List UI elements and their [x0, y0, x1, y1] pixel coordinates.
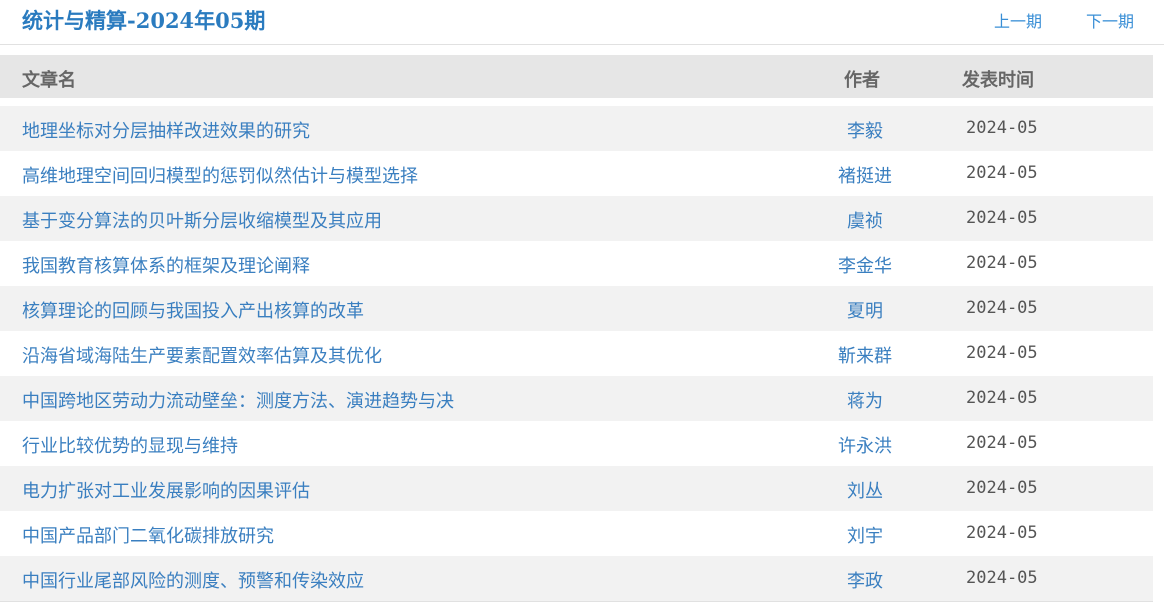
table-row: 沿海省域海陆生产要素配置效率估算及其优化 靳来群 2024-05 — [0, 331, 1153, 376]
table-row: 中国行业尾部风险的测度、预警和传染效应 李政 2024-05 — [0, 556, 1153, 601]
article-title-link[interactable]: 沿海省域海陆生产要素配置效率估算及其优化 — [22, 342, 382, 368]
table-row: 中国产品部门二氧化碳排放研究 刘宇 2024-05 — [0, 511, 1153, 556]
author-link[interactable]: 靳来群 — [820, 342, 910, 368]
table-row: 核算理论的回顾与我国投入产出核算的改革 夏明 2024-05 — [0, 286, 1153, 331]
table-row: 高维地理空间回归模型的惩罚似然估计与模型选择 褚挺进 2024-05 — [0, 151, 1153, 196]
publish-date: 2024-05 — [966, 433, 1038, 453]
table-row: 电力扩张对工业发展影响的因果评估 刘丛 2024-05 — [0, 466, 1153, 511]
article-title-link[interactable]: 行业比较优势的显现与维持 — [22, 432, 238, 458]
table-row: 我国教育核算体系的框架及理论阐释 李金华 2024-05 — [0, 241, 1153, 286]
author-link[interactable]: 刘丛 — [820, 477, 910, 503]
publish-date: 2024-05 — [966, 208, 1038, 228]
article-title-link[interactable]: 基于变分算法的贝叶斯分层收缩模型及其应用 — [22, 207, 382, 233]
article-title-link[interactable]: 中国产品部门二氧化碳排放研究 — [22, 522, 274, 548]
next-issue-link[interactable]: 下一期 — [1086, 8, 1134, 32]
author-link[interactable]: 刘宇 — [820, 522, 910, 548]
publish-date: 2024-05 — [966, 298, 1038, 318]
column-header-date: 发表时间 — [962, 70, 1034, 91]
article-title-link[interactable]: 我国教育核算体系的框架及理论阐释 — [22, 252, 310, 278]
article-title-link[interactable]: 高维地理空间回归模型的惩罚似然估计与模型选择 — [22, 162, 418, 188]
table-row: 基于变分算法的贝叶斯分层收缩模型及其应用 虞祯 2024-05 — [0, 196, 1153, 241]
prev-issue-link[interactable]: 上一期 — [994, 8, 1042, 32]
table-row: 行业比较优势的显现与维持 许永洪 2024-05 — [0, 421, 1153, 466]
table-header: 文章名 作者 发表时间 — [0, 55, 1153, 98]
publish-date: 2024-05 — [966, 118, 1038, 138]
table-row: 中国跨地区劳动力流动壁垒：测度方法、演进趋势与决 蒋为 2024-05 — [0, 376, 1153, 421]
page-header: 统计与精算-2024年05期 上一期 下一期 — [0, 0, 1164, 45]
article-title-link[interactable]: 电力扩张对工业发展影响的因果评估 — [22, 477, 310, 503]
divider — [0, 601, 1153, 602]
author-link[interactable]: 李毅 — [820, 117, 910, 143]
article-title-link[interactable]: 中国行业尾部风险的测度、预警和传染效应 — [22, 567, 364, 593]
article-list: 地理坐标对分层抽样改进效果的研究 李毅 2024-05 高维地理空间回归模型的惩罚似然… — [0, 106, 1153, 601]
article-title-link[interactable]: 核算理论的回顾与我国投入产出核算的改革 — [22, 297, 364, 323]
publish-date: 2024-05 — [966, 478, 1038, 498]
publish-date: 2024-05 — [966, 343, 1038, 363]
publish-date: 2024-05 — [966, 523, 1038, 543]
publish-date: 2024-05 — [966, 388, 1038, 408]
column-header-author: 作者 — [844, 70, 880, 91]
author-link[interactable]: 李政 — [820, 567, 910, 593]
table-row: 地理坐标对分层抽样改进效果的研究 李毅 2024-05 — [0, 106, 1153, 151]
page-title: 统计与精算-2024年05期 — [22, 8, 266, 33]
author-link[interactable]: 夏明 — [820, 297, 910, 323]
column-header-title: 文章名 — [22, 70, 76, 91]
author-link[interactable]: 许永洪 — [820, 432, 910, 458]
publish-date: 2024-05 — [966, 163, 1038, 183]
publish-date: 2024-05 — [966, 253, 1038, 273]
article-title-link[interactable]: 中国跨地区劳动力流动壁垒：测度方法、演进趋势与决 — [22, 387, 454, 413]
author-link[interactable]: 褚挺进 — [820, 162, 910, 188]
author-link[interactable]: 蒋为 — [820, 387, 910, 413]
publish-date: 2024-05 — [966, 568, 1038, 588]
author-link[interactable]: 虞祯 — [820, 207, 910, 233]
article-title-link[interactable]: 地理坐标对分层抽样改进效果的研究 — [22, 117, 310, 143]
author-link[interactable]: 李金华 — [820, 252, 910, 278]
